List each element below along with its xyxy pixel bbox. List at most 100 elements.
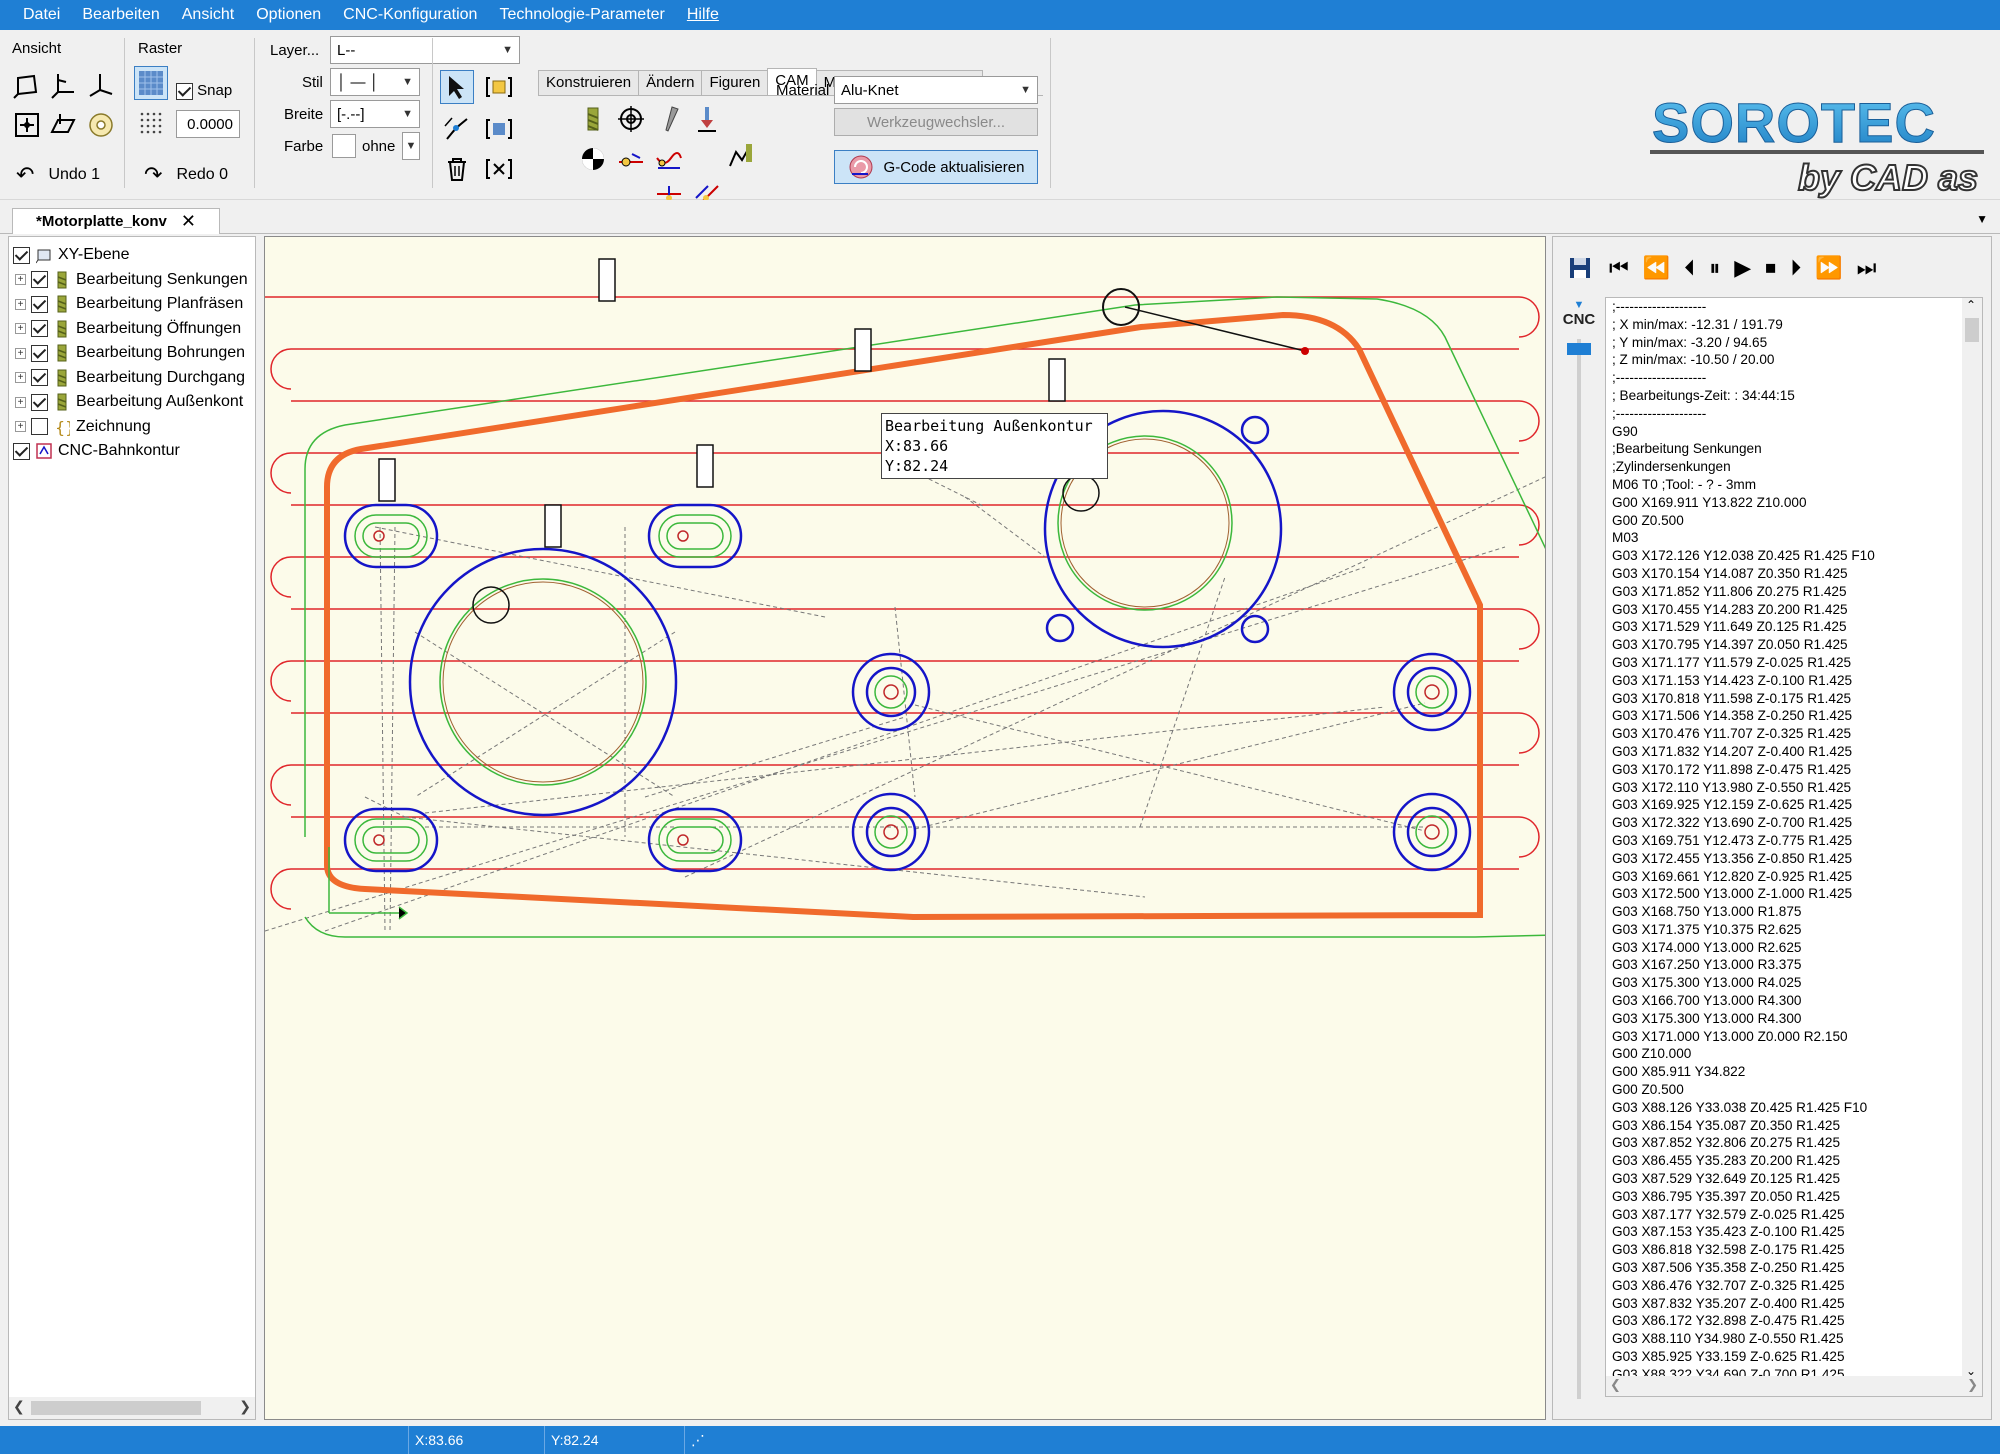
tab-aendern[interactable]: Ändern xyxy=(638,70,703,96)
pause-icon[interactable]: ⏸ xyxy=(1709,257,1720,279)
view-side-icon[interactable] xyxy=(46,68,80,102)
gcode-text-area[interactable]: ;-------------------- ; X min/max: -12.31… xyxy=(1605,297,1983,1397)
endmill-tool-icon[interactable] xyxy=(576,102,610,136)
expand-icon[interactable]: + xyxy=(15,396,26,408)
view-iso-icon[interactable] xyxy=(84,68,118,102)
gcode-update-button[interactable]: G-Code aktualisieren xyxy=(834,150,1038,184)
tree-item-checkbox[interactable] xyxy=(31,418,48,435)
path-order-icon[interactable] xyxy=(652,142,686,176)
tab-figuren[interactable]: Figuren xyxy=(701,70,769,96)
layer-select[interactable]: L-- ▼ xyxy=(330,36,520,64)
document-tab[interactable]: *Motorplatte_konv ✕ xyxy=(12,208,220,234)
grid-dots-icon[interactable] xyxy=(134,106,168,140)
layer-label[interactable]: Layer... xyxy=(270,42,319,59)
select-chain-icon[interactable] xyxy=(440,112,474,146)
tree-item[interactable]: + Bearbeitung Planfräsen xyxy=(15,292,243,316)
undo-button[interactable]: ↶ Undo 1 xyxy=(16,162,100,188)
view-front-icon[interactable] xyxy=(10,68,44,102)
tree-item-checkbox[interactable] xyxy=(13,246,30,264)
scroll-right-icon[interactable]: ❯ xyxy=(239,1398,251,1415)
expand-icon[interactable]: + xyxy=(15,372,26,383)
select-window-icon[interactable] xyxy=(482,112,516,146)
engraving-tool-icon[interactable] xyxy=(652,102,686,136)
view-3d-icon[interactable] xyxy=(84,108,118,142)
werkzeugwechsler-button[interactable]: Werkzeugwechsler... xyxy=(834,108,1038,136)
fast-rewind-icon[interactable]: ⏪ xyxy=(1643,257,1670,279)
gcode-horizontal-scrollbar[interactable]: ❮ ❯ xyxy=(1606,1376,1982,1396)
snap-control[interactable]: Snap xyxy=(176,82,232,100)
stop-icon[interactable]: ⏹ xyxy=(1765,257,1776,279)
raster-grid-icon[interactable] xyxy=(134,66,168,100)
menu-ansicht[interactable]: Ansicht xyxy=(182,6,234,24)
farbe-dropdown[interactable]: ▼ xyxy=(402,132,420,160)
gcode-vertical-scrollbar[interactable]: ⌃ ⌄ xyxy=(1962,298,1982,1378)
farbe-swatch[interactable] xyxy=(332,134,356,158)
expand-icon[interactable]: + xyxy=(15,421,26,432)
material-select[interactable]: Alu-Knet ▼ xyxy=(834,76,1038,104)
tree-item[interactable]: + Bearbeitung Öffnungen xyxy=(15,317,241,341)
snap-checkbox[interactable] xyxy=(176,82,193,100)
tree-item-checkbox[interactable] xyxy=(31,320,48,337)
cnc-mode-icon[interactable]: ▼ CNC xyxy=(1561,299,1597,328)
redo-button[interactable]: ↷ Redo 0 xyxy=(144,162,228,188)
tree-item-checkbox[interactable] xyxy=(31,271,48,288)
expand-icon[interactable]: + xyxy=(15,323,26,334)
speed-slider-thumb[interactable] xyxy=(1567,343,1591,355)
menu-bearbeiten[interactable]: Bearbeiten xyxy=(82,6,159,24)
menu-technologie-parameter[interactable]: Technologie-Parameter xyxy=(499,6,664,24)
select-group-icon[interactable] xyxy=(482,70,516,104)
expand-icon[interactable]: + xyxy=(15,298,26,310)
tree-item[interactable]: + Bearbeitung Außenkont xyxy=(15,390,243,414)
tree-item-checkbox[interactable] xyxy=(31,393,48,411)
drill-down-icon[interactable] xyxy=(690,102,724,136)
scroll-thumb[interactable] xyxy=(31,1401,201,1415)
skip-last-icon[interactable]: ⏭ xyxy=(1857,257,1877,279)
view-plane-icon[interactable] xyxy=(46,108,80,142)
tree-item-checkbox[interactable] xyxy=(31,369,48,386)
raster-value-input[interactable]: 0.0000 xyxy=(176,110,240,138)
tree-item[interactable]: + Bearbeitung Durchgang xyxy=(15,366,245,390)
speed-slider[interactable] xyxy=(1577,339,1581,1399)
tab-konstruieren[interactable]: Konstruieren xyxy=(538,70,640,96)
step-forward-icon[interactable]: ⏵ xyxy=(1790,257,1801,279)
select-arrow-icon[interactable] xyxy=(440,70,474,104)
zoom-extents-icon[interactable] xyxy=(10,108,44,142)
tree-item[interactable]: CNC-Bahnkontur xyxy=(13,439,180,463)
tree-item-checkbox[interactable] xyxy=(31,344,48,362)
tab-list-chevron-icon[interactable]: ▼ xyxy=(1976,212,1988,226)
tree-item[interactable]: + Bearbeitung Bohrungen xyxy=(15,341,245,365)
expand-icon[interactable]: + xyxy=(15,274,26,285)
fast-forward-icon[interactable]: ⏩ xyxy=(1815,257,1842,279)
probe-target-icon[interactable] xyxy=(576,142,610,176)
tree-item-checkbox[interactable] xyxy=(13,442,30,460)
stil-select[interactable]: │ — │ ▼ xyxy=(330,68,420,96)
menu-cnc-konfiguration[interactable]: CNC-Konfiguration xyxy=(343,6,477,24)
menu-datei[interactable]: Datei xyxy=(23,6,60,24)
breite-select[interactable]: [-.--] ▼ xyxy=(330,100,420,128)
tree-item-checkbox[interactable] xyxy=(31,295,48,313)
drawing-canvas[interactable]: Bearbeitung Außenkontur X:83.66 Y:82.24 xyxy=(264,236,1546,1420)
scroll-right-icon[interactable]: ❯ xyxy=(1967,1377,1978,1393)
center-drill-icon[interactable] xyxy=(614,102,648,136)
deselect-icon[interactable] xyxy=(482,152,516,186)
toolpath-zigzag-icon[interactable] xyxy=(724,138,758,172)
tree-horizontal-scrollbar[interactable]: ❮ ❯ xyxy=(9,1397,255,1419)
scroll-left-icon[interactable]: ❮ xyxy=(1610,1377,1621,1393)
delete-icon[interactable] xyxy=(440,152,474,186)
step-back-icon[interactable]: ⏴ xyxy=(1684,257,1695,279)
menu-hilfe[interactable]: Hilfe xyxy=(687,6,719,24)
resize-grip-icon[interactable]: ⋰ xyxy=(684,1426,714,1454)
scroll-thumb[interactable] xyxy=(1965,318,1979,342)
close-icon[interactable]: ✕ xyxy=(181,211,196,232)
play-icon[interactable]: ▶ xyxy=(1734,257,1751,279)
path-start-icon[interactable] xyxy=(614,142,648,176)
scroll-up-icon[interactable]: ⌃ xyxy=(1966,298,1976,312)
menu-optionen[interactable]: Optionen xyxy=(256,6,321,24)
skip-first-icon[interactable]: ⏮ xyxy=(1609,257,1629,279)
save-icon[interactable] xyxy=(1563,251,1597,285)
tree-item[interactable]: + Bearbeitung Senkungen xyxy=(15,268,248,292)
tree-item[interactable]: + {} Zeichnung xyxy=(15,415,151,439)
scroll-left-icon[interactable]: ❮ xyxy=(13,1398,25,1415)
tree-item[interactable]: XY-Ebene xyxy=(13,243,129,267)
expand-icon[interactable]: + xyxy=(15,347,26,359)
